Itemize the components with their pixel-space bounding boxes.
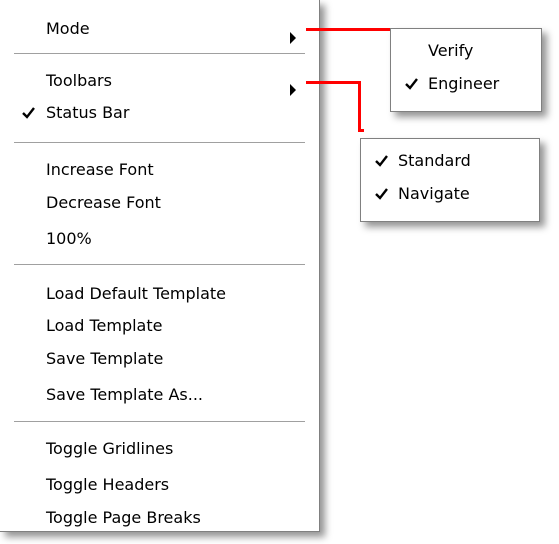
menu-item-status-bar[interactable]: Status Bar — [0, 97, 319, 129]
menu-item-label: Increase Font — [46, 160, 154, 179]
toolbars-connector-line — [306, 81, 360, 84]
menu-item-label: Mode — [46, 19, 90, 38]
menu-item-toggle-gridlines[interactable]: Toggle Gridlines — [0, 433, 319, 465]
menu-item-toggle-page-breaks[interactable]: Toggle Page Breaks — [0, 502, 319, 534]
menu-item-toggle-headers[interactable]: Toggle Headers — [0, 469, 319, 501]
submenu-item-label: Verify — [428, 41, 474, 60]
menu-item-increase-font[interactable]: Increase Font — [0, 154, 319, 186]
menu-separator — [14, 142, 305, 144]
submenu-item-label: Engineer — [428, 74, 500, 93]
menu-item-label: Save Template — [46, 349, 164, 368]
menu-separator — [14, 53, 305, 55]
menu-item-label: Save Template As... — [46, 385, 203, 404]
view-context-menu: Mode Toolbars Status Bar Increase Font D… — [0, 0, 320, 532]
submenu-item-engineer[interactable]: Engineer — [391, 68, 541, 100]
menu-item-save-template-as[interactable]: Save Template As... — [0, 379, 319, 411]
menu-item-label: Toggle Headers — [46, 475, 170, 494]
menu-item-zoom-100[interactable]: 100% — [0, 223, 319, 255]
checkmark-icon — [375, 145, 391, 177]
menu-separator — [14, 264, 305, 266]
submenu-item-navigate[interactable]: Navigate — [361, 178, 539, 210]
checkmark-icon — [405, 68, 421, 100]
mode-connector-line — [306, 28, 390, 31]
mode-submenu: Verify Engineer — [390, 28, 542, 112]
menu-item-save-template[interactable]: Save Template — [0, 343, 319, 375]
menu-item-load-default-template[interactable]: Load Default Template — [0, 278, 319, 310]
menu-item-label: 100% — [46, 229, 92, 248]
menu-item-label: Decrease Font — [46, 193, 161, 212]
checkmark-icon — [22, 97, 38, 129]
submenu-item-standard[interactable]: Standard — [361, 145, 539, 177]
submenu-arrow-icon — [289, 23, 297, 44]
menu-item-label: Toggle Gridlines — [46, 439, 174, 458]
toolbars-connector-line — [358, 81, 361, 131]
toolbars-submenu: Standard Navigate — [360, 138, 540, 222]
submenu-arrow-icon — [289, 75, 297, 96]
menu-item-mode[interactable]: Mode — [0, 13, 319, 45]
menu-item-label: Load Default Template — [46, 284, 227, 303]
submenu-item-label: Navigate — [398, 184, 470, 203]
toolbars-connector-line — [358, 129, 364, 132]
checkmark-icon — [375, 178, 391, 210]
submenu-item-label: Standard — [398, 151, 471, 170]
menu-item-load-template[interactable]: Load Template — [0, 310, 319, 342]
submenu-item-verify[interactable]: Verify — [391, 35, 541, 67]
menu-separator — [14, 421, 305, 423]
menu-item-label: Status Bar — [46, 103, 130, 122]
menu-item-label: Toolbars — [46, 71, 112, 90]
menu-item-decrease-font[interactable]: Decrease Font — [0, 187, 319, 219]
menu-item-toolbars[interactable]: Toolbars — [0, 65, 319, 97]
menu-item-label: Load Template — [46, 316, 163, 335]
menu-item-label: Toggle Page Breaks — [46, 508, 201, 527]
